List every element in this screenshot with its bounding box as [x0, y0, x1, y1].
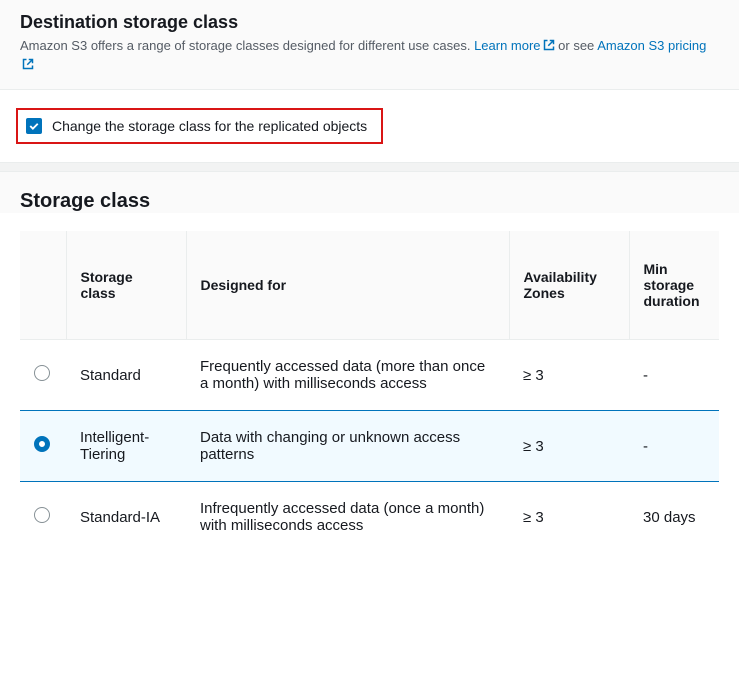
cell-duration: 30 days	[629, 482, 719, 553]
destination-panel-header: Destination storage class Amazon S3 offe…	[0, 0, 739, 90]
external-link-icon	[22, 57, 34, 75]
cell-name: Standard-IA	[66, 482, 186, 553]
cell-designed-for: Data with changing or unknown access pat…	[186, 411, 509, 482]
col-designed-for[interactable]: Designed for	[186, 231, 509, 340]
panel-title: Destination storage class	[20, 12, 719, 33]
or-see-text: or see	[555, 38, 598, 53]
storage-class-title: Storage class	[20, 190, 719, 213]
cell-designed-for: Infrequently accessed data (once a month…	[186, 482, 509, 553]
table-row[interactable]: Intelligent-Tiering Data with changing o…	[20, 411, 719, 482]
table-row[interactable]: Standard-IA Infrequently accessed data (…	[20, 482, 719, 553]
highlighted-checkbox-container: Change the storage class for the replica…	[16, 108, 383, 144]
section-divider	[0, 162, 739, 172]
cell-designed-for: Frequently accessed data (more than once…	[186, 340, 509, 411]
col-storage-class[interactable]: Storage class	[66, 231, 186, 340]
cell-zones: ≥ 3	[509, 482, 629, 553]
cell-zones: ≥ 3	[509, 411, 629, 482]
checkbox-label: Change the storage class for the replica…	[52, 118, 367, 134]
desc-prefix: Amazon S3 offers a range of storage clas…	[20, 38, 474, 53]
radio-intelligent-tiering[interactable]	[34, 436, 50, 452]
change-storage-class-option: Change the storage class for the replica…	[0, 90, 739, 162]
change-storage-checkbox[interactable]	[26, 118, 42, 134]
col-duration[interactable]: Min storage duration	[629, 231, 719, 340]
radio-standard-ia[interactable]	[34, 507, 50, 523]
cell-duration: -	[629, 340, 719, 411]
storage-class-table: Storage class Designed for Availability …	[20, 231, 719, 552]
cell-duration: -	[629, 411, 719, 482]
storage-class-table-wrap: Storage class Designed for Availability …	[0, 231, 739, 552]
table-row[interactable]: Standard Frequently accessed data (more …	[20, 340, 719, 411]
cell-name: Standard	[66, 340, 186, 411]
external-link-icon	[543, 38, 555, 56]
col-zones[interactable]: Availability Zones	[509, 231, 629, 340]
storage-class-section: Storage class	[0, 172, 739, 213]
table-header-row: Storage class Designed for Availability …	[20, 231, 719, 340]
panel-description: Amazon S3 offers a range of storage clas…	[20, 37, 719, 75]
radio-standard[interactable]	[34, 365, 50, 381]
cell-name: Intelligent-Tiering	[66, 411, 186, 482]
learn-more-link[interactable]: Learn more	[474, 38, 554, 53]
cell-zones: ≥ 3	[509, 340, 629, 411]
col-radio	[20, 231, 66, 340]
check-icon	[28, 120, 40, 132]
